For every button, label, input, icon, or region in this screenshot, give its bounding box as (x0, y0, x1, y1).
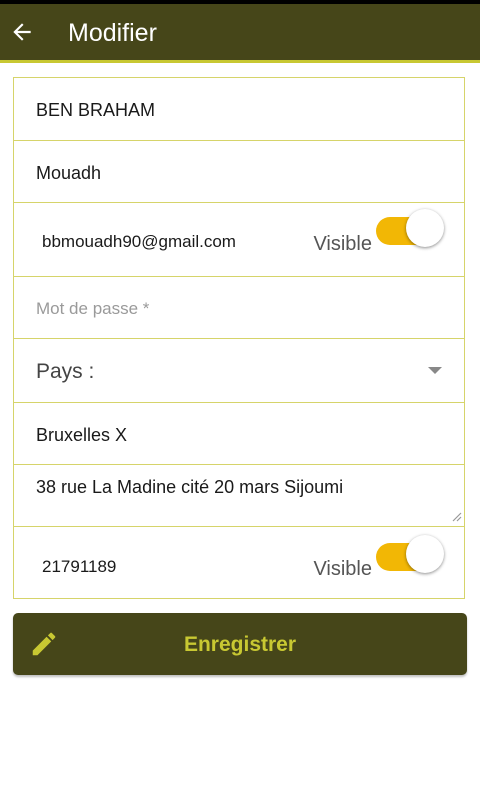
chevron-down-icon (428, 367, 442, 374)
save-button-label: Enregistrer (183, 633, 297, 656)
email-visible-toggle[interactable] (376, 207, 444, 247)
first-name-value: Mouadh (36, 163, 102, 183)
phone-row: 21791189 Visible (14, 526, 464, 600)
back-button[interactable] (8, 18, 36, 46)
phone-visible-label: Visible (313, 558, 372, 580)
email-visible-label: Visible (313, 233, 372, 255)
country-label: Pays : (36, 360, 95, 383)
last-name-field[interactable]: BEN BRAHAM (14, 78, 464, 140)
email-field[interactable]: bbmouadh90@gmail.com (42, 232, 236, 252)
edit-profile-form: BEN BRAHAM Mouadh bbmouadh90@gmail.com V… (13, 77, 465, 599)
city-value: Bruxelles X (36, 425, 128, 445)
resize-handle-icon[interactable] (450, 510, 462, 522)
city-field[interactable]: Bruxelles X (14, 402, 464, 464)
arrow-left-icon (13, 23, 31, 41)
phone-visible-toggle[interactable] (376, 533, 444, 573)
phone-field[interactable]: 21791189 (42, 557, 116, 577)
app-bar: Modifier (0, 4, 480, 63)
country-select[interactable]: Pays : (14, 338, 464, 402)
address-textarea[interactable]: 38 rue La Madine cité 20 mars Sijoumi (14, 464, 464, 526)
toggle-thumb (406, 209, 444, 247)
page-title: Modifier (68, 19, 157, 47)
last-name-value: BEN BRAHAM (36, 100, 156, 120)
first-name-field[interactable]: Mouadh (14, 140, 464, 202)
save-button[interactable]: Enregistrer (13, 613, 467, 675)
address-value: 38 rue La Madine cité 20 mars Sijoumi (36, 477, 344, 497)
password-field[interactable]: Mot de passe * (14, 276, 464, 338)
email-row: bbmouadh90@gmail.com Visible (14, 202, 464, 276)
toggle-thumb (406, 535, 444, 573)
password-placeholder: Mot de passe * (36, 299, 150, 318)
